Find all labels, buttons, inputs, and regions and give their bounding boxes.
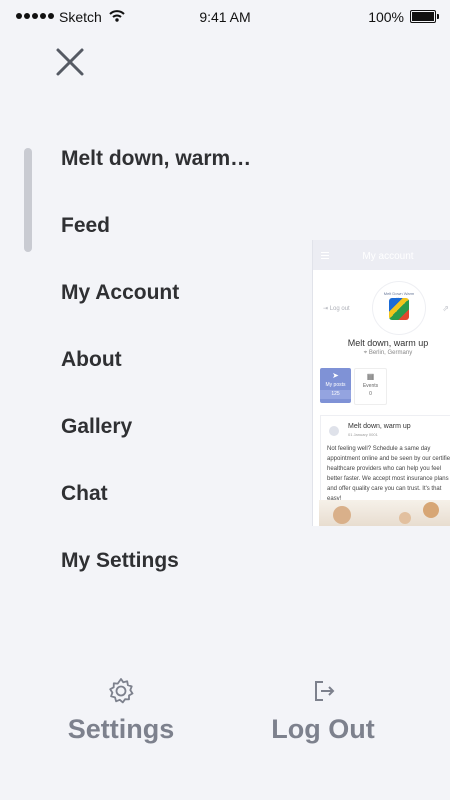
tab-my-posts-label: My posts — [325, 382, 346, 388]
tab-events-count: 0 — [369, 391, 372, 397]
menu-item-gallery[interactable]: Gallery — [61, 408, 251, 475]
preview-header: My account — [313, 240, 450, 270]
gear-icon — [109, 678, 134, 704]
post-photo — [319, 500, 450, 526]
menu-item-my-settings[interactable]: My Settings — [61, 542, 251, 609]
preview-logout-label: Log out — [329, 306, 350, 312]
tab-events-label: Events — [362, 383, 379, 389]
logout-label: Log Out — [271, 714, 375, 744]
post-card: Melt down, warm up 01 January 0001 Not f… — [320, 415, 450, 502]
tab-my-posts-count: 125 — [320, 390, 351, 399]
settings-label: Settings — [67, 714, 175, 744]
status-bar: Sketch 9:41 AM 100% — [0, 0, 450, 34]
menu-item-my-account[interactable]: My Account — [61, 274, 251, 341]
menu-item-feed[interactable]: Feed — [61, 207, 251, 274]
preview-title: My account — [362, 251, 414, 262]
battery-icon — [410, 10, 439, 23]
tab-events: ▦ Events 0 — [354, 368, 387, 405]
avatar: Melt Down Warm Up — [373, 282, 425, 334]
logout-button[interactable]: Log Out — [268, 676, 378, 746]
rubiks-cube-icon — [389, 298, 409, 320]
profile-location: ⌖ Berlin, Germany — [363, 350, 413, 356]
settings-button[interactable]: Settings — [60, 676, 182, 746]
scroll-indicator[interactable] — [24, 148, 32, 252]
post-logo-icon — [329, 426, 339, 436]
post-date: 01 January 0001 — [348, 432, 378, 437]
battery-percent: 100% — [368, 9, 404, 25]
post-author: Melt down, warm up — [348, 423, 411, 430]
preview-logout: ⇥ Log out — [323, 306, 350, 312]
calendar-icon: ▦ — [366, 372, 375, 381]
menu-item-melt-down[interactable]: Melt down, warm… — [61, 140, 251, 207]
post-body: Not feeling well? Schedule a same day ap… — [327, 446, 450, 502]
side-menu: Melt down, warm… Feed My Account About G… — [61, 140, 251, 609]
app-preview-card[interactable]: My account ⇥ Log out ⇗ Melt Down Warm Up… — [312, 240, 450, 526]
send-icon: ➤ — [332, 371, 339, 380]
profile-name: Melt down, warm up — [347, 338, 429, 348]
menu-item-about[interactable]: About — [61, 341, 251, 408]
share-icon: ⇗ — [442, 304, 449, 313]
logout-icon — [315, 681, 335, 701]
profile-location-text: Berlin, Germany — [368, 350, 413, 356]
tab-my-posts: ➤ My posts 125 — [320, 368, 351, 403]
menu-item-chat[interactable]: Chat — [61, 475, 251, 542]
close-icon[interactable] — [52, 44, 88, 80]
